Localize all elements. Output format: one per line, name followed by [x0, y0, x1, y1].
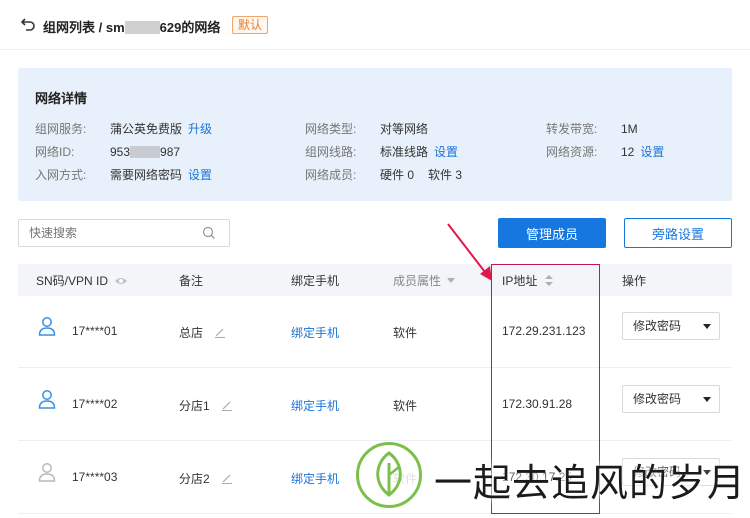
column-header-ip-label: IP地址	[502, 274, 538, 288]
top-bar: 组网列表 / sm 629的网络 默认	[0, 0, 750, 50]
network-id-label: 网络ID:	[35, 145, 75, 159]
column-header-attr-label: 成员属性	[393, 274, 442, 288]
bind-phone-link[interactable]: 绑定手机	[291, 324, 339, 341]
member-note: 分店1	[179, 397, 233, 414]
action-dropdown[interactable]: 修改密码	[622, 458, 720, 486]
column-header-action: 操作	[622, 274, 647, 288]
join-method-label: 入网方式:	[35, 168, 87, 182]
network-members-label: 网络成员:	[305, 168, 357, 182]
join-method-field: 入网方式: 需要网络密码 设置	[35, 166, 212, 183]
caret-down-icon	[703, 470, 711, 475]
join-method-settings-link[interactable]: 设置	[188, 168, 212, 182]
user-online-icon	[38, 390, 56, 409]
network-id-field: 网络ID: 953 987	[35, 143, 180, 160]
join-method-value: 需要网络密码	[110, 168, 183, 182]
network-id-suffix: 987	[160, 145, 181, 159]
network-resource-label: 网络资源:	[546, 145, 598, 159]
column-header-sn-label: SN码/VPN ID	[36, 274, 109, 288]
column-header-phone: 绑定手机	[291, 274, 340, 288]
action-dropdown-label: 修改密码	[633, 392, 682, 406]
sort-icon[interactable]	[544, 275, 553, 286]
table-row: 17****02 分店1 绑定手机 软件 172.30.91.28 修改密码	[18, 369, 732, 441]
member-ip: 172.29.231.123	[502, 324, 586, 338]
service-field: 组网服务: 蒲公英免费版 升级	[35, 120, 212, 137]
network-line-settings-link[interactable]: 设置	[434, 145, 458, 159]
column-header-ip[interactable]: IP地址	[502, 272, 553, 289]
breadcrumb-parent-link[interactable]: 组网列表 / sm	[43, 20, 125, 35]
network-line-field: 组网线路: 标准线路 设置	[305, 143, 458, 160]
column-header-attr[interactable]: 成员属性	[393, 272, 456, 289]
members-hardware-count: 硬件 0	[380, 168, 415, 182]
member-note-text: 总店	[179, 326, 204, 340]
action-dropdown[interactable]: 修改密码	[622, 385, 720, 413]
column-header-sn: SN码/VPN ID	[36, 272, 128, 289]
panel-title: 网络详情	[35, 91, 88, 106]
search-icon[interactable]	[202, 226, 216, 240]
members-software-count: 软件 3	[428, 168, 463, 182]
breadcrumb-current: 629的网络	[159, 20, 221, 35]
service-value: 蒲公英免费版	[110, 122, 183, 136]
caret-down-icon	[703, 397, 711, 402]
network-id-prefix: 953	[110, 145, 131, 159]
upgrade-link[interactable]: 升级	[188, 122, 212, 136]
edit-icon[interactable]	[221, 472, 233, 484]
member-ip: 172.30.17.25	[502, 470, 573, 484]
redacted-mask	[124, 21, 160, 34]
caret-down-icon	[703, 324, 711, 329]
member-id: 17****03	[72, 470, 118, 484]
member-ip: 172.30.91.28	[502, 397, 573, 411]
member-note-text: 分店1	[179, 399, 210, 413]
edit-icon[interactable]	[214, 326, 226, 338]
bind-phone-link[interactable]: 绑定手机	[291, 397, 339, 414]
network-type-field: 网络类型: 对等网络	[305, 120, 428, 137]
network-type-value: 对等网络	[380, 122, 429, 136]
service-label: 组网服务:	[35, 122, 87, 136]
edit-icon[interactable]	[221, 399, 233, 411]
bandwidth-label: 转发带宽:	[546, 122, 598, 136]
bind-phone-link[interactable]: 绑定手机	[291, 470, 339, 487]
default-tag: 默认	[232, 16, 269, 34]
action-dropdown-label: 修改密码	[633, 319, 682, 333]
action-dropdown[interactable]: 修改密码	[622, 312, 720, 340]
network-line-label: 组网线路:	[305, 145, 357, 159]
member-id: 17****02	[72, 397, 118, 411]
column-header-note: 备注	[179, 274, 204, 288]
network-type-label: 网络类型:	[305, 122, 357, 136]
member-note-text: 分店2	[179, 472, 210, 486]
network-resource-value: 12	[621, 145, 635, 159]
manage-members-button[interactable]: 管理成员	[498, 218, 606, 248]
network-members-field: 网络成员: 硬件 0 软件 3	[305, 166, 462, 183]
bypass-settings-button[interactable]: 旁路设置	[624, 218, 732, 248]
action-dropdown-label: 修改密码	[633, 465, 682, 479]
member-attribute: 软件	[393, 326, 418, 340]
search-input[interactable]	[18, 219, 230, 247]
bandwidth-field: 转发带宽: 1M	[546, 120, 638, 137]
member-attribute: 软件	[393, 399, 418, 413]
table-row: 17****01 总店 绑定手机 软件 172.29.231.123 修改密码	[18, 296, 732, 368]
network-line-value: 标准线路	[380, 145, 429, 159]
redacted-mask	[130, 146, 161, 158]
user-offline-icon	[38, 463, 56, 482]
table-row: 17****03 分店2 绑定手机 软件 172.30.17.25 修改密码	[18, 442, 732, 514]
network-resource-settings-link[interactable]: 设置	[640, 145, 664, 159]
member-note: 分店2	[179, 470, 233, 487]
breadcrumb: 组网列表 / sm 629的网络	[43, 17, 220, 36]
table-header: SN码/VPN ID 备注 绑定手机 成员属性 IP地址 操作	[18, 264, 732, 296]
filter-down-icon[interactable]	[447, 278, 456, 284]
member-attribute: 软件	[393, 472, 418, 486]
member-note: 总店	[179, 324, 226, 341]
member-id: 17****01	[72, 324, 118, 338]
back-arrow-icon[interactable]	[20, 16, 36, 32]
eye-icon[interactable]	[114, 276, 128, 286]
network-details-panel: 网络详情 组网服务: 蒲公英免费版 升级 网络ID: 953 987 入网方式: 需要网络…	[18, 68, 732, 201]
bandwidth-value: 1M	[621, 122, 638, 136]
network-resource-field: 网络资源: 12 设置	[546, 143, 664, 160]
user-online-icon	[38, 317, 56, 336]
